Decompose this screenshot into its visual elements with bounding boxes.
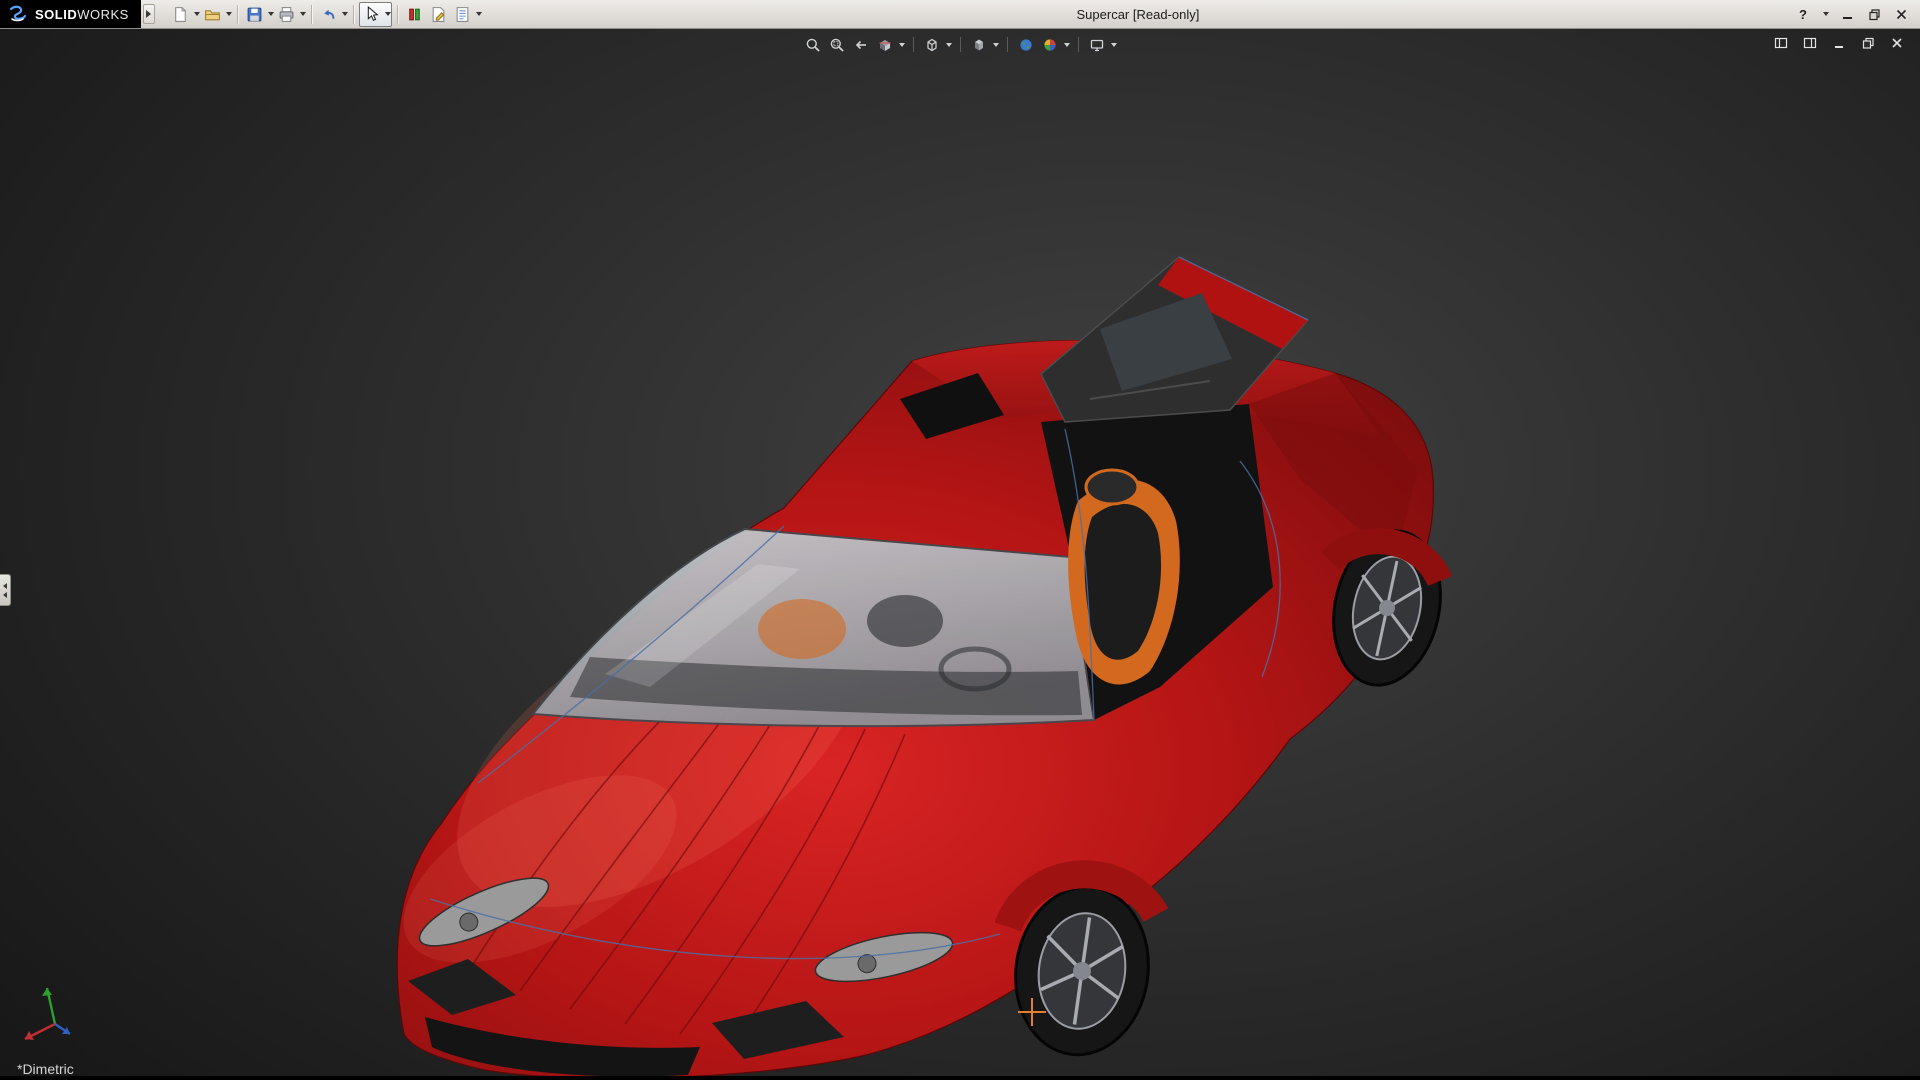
main-toolbar: [169, 2, 482, 27]
print-button[interactable]: [275, 3, 298, 26]
new-dropdown-arrow[interactable]: [194, 12, 200, 16]
window-title: Supercar [Read-only]: [482, 7, 1794, 22]
titlebar: SOLIDWORKS: [0, 0, 1920, 29]
apply-scene-button[interactable]: [1015, 34, 1036, 55]
chevron-right-icon: [146, 10, 151, 18]
chevron-left-icon: [3, 592, 7, 598]
doc-close-button[interactable]: [1888, 35, 1906, 51]
display-style-dropdown-arrow[interactable]: [993, 43, 999, 47]
toolbar-separator: [311, 5, 312, 24]
view-orientation-label: *Dimetric: [17, 1061, 74, 1077]
car-model[interactable]: [375, 257, 1454, 1078]
bottom-edge: [0, 1076, 1920, 1080]
select-dropdown-arrow[interactable]: [385, 12, 391, 16]
section-view-icon: [877, 37, 893, 53]
zoom-to-area-button[interactable]: [826, 34, 847, 55]
document-list-icon: [454, 6, 471, 23]
section-dropdown-arrow[interactable]: [899, 43, 905, 47]
file-properties-button[interactable]: [427, 3, 450, 26]
brand-wordmark: SOLIDWORKS: [35, 7, 129, 22]
save-dropdown-arrow[interactable]: [268, 12, 274, 16]
new-document-button[interactable]: [169, 3, 192, 26]
display-style-cube-icon: [971, 37, 987, 53]
dassault-3ds-logo-icon: [8, 5, 28, 23]
zoom-to-area-icon: [829, 37, 845, 53]
help-button[interactable]: ?: [1794, 5, 1812, 23]
previous-view-icon: [853, 37, 869, 53]
hud-separator: [913, 37, 914, 52]
toolbar-separator: [397, 5, 398, 24]
apply-scene-globe-icon: [1018, 37, 1034, 53]
hud-separator: [1007, 37, 1008, 52]
feature-panel-flyout-tab[interactable]: [0, 574, 11, 606]
undo-dropdown-arrow[interactable]: [342, 12, 348, 16]
edit-appearance-button[interactable]: [1039, 34, 1060, 55]
scene-canvas[interactable]: [0, 29, 1920, 1080]
restore-button[interactable]: [1865, 5, 1883, 23]
view-orientation-dropdown-arrow[interactable]: [946, 43, 952, 47]
close-icon: [1895, 8, 1908, 21]
doc-restore-button[interactable]: [1859, 35, 1877, 51]
view-settings-dropdown-arrow[interactable]: [1111, 43, 1117, 47]
edit-appearance-ball-icon: [1042, 37, 1058, 53]
minimize-icon: [1841, 8, 1854, 21]
open-document-button[interactable]: [201, 3, 224, 26]
view-settings-button[interactable]: [1086, 34, 1107, 55]
pane-left-icon: [1774, 36, 1788, 50]
help-dropdown-arrow[interactable]: [1823, 12, 1829, 16]
print-dropdown-arrow[interactable]: [300, 12, 306, 16]
save-floppy-icon: [246, 6, 263, 23]
select-button[interactable]: [360, 3, 383, 26]
doc-minimize-button[interactable]: [1830, 35, 1848, 51]
printer-icon: [278, 6, 295, 23]
close-button[interactable]: [1892, 5, 1910, 23]
pane-left-button[interactable]: [1772, 35, 1790, 51]
new-document-icon: [172, 6, 189, 23]
previous-view-button[interactable]: [850, 34, 871, 55]
open-folder-icon: [204, 6, 221, 23]
xpress-tools-button[interactable]: [403, 3, 426, 26]
menu-expand-tab[interactable]: [143, 4, 155, 24]
document-window-controls: [1772, 35, 1906, 51]
hud-separator: [1078, 37, 1079, 52]
undo-button[interactable]: [317, 3, 340, 26]
color-bars-icon: [406, 6, 423, 23]
heads-up-view-toolbar: [802, 34, 1118, 55]
view-orientation-cube-icon: [924, 37, 940, 53]
hud-separator: [960, 37, 961, 52]
display-style-button[interactable]: [968, 34, 989, 55]
brand-bold: SOLID: [35, 7, 77, 22]
undo-arrow-icon: [320, 6, 337, 23]
doc-restore-icon: [1861, 36, 1875, 50]
document-pencil-icon: [430, 6, 447, 23]
solidworks-brand: SOLIDWORKS: [0, 0, 141, 28]
pane-right-button[interactable]: [1801, 35, 1819, 51]
select-cursor-icon: [363, 6, 380, 23]
save-button[interactable]: [243, 3, 266, 26]
section-view-button[interactable]: [874, 34, 895, 55]
doc-minimize-icon: [1832, 36, 1846, 50]
toolbar-separator: [353, 5, 354, 24]
help-glyph: ?: [1799, 7, 1807, 22]
view-orientation-button[interactable]: [921, 34, 942, 55]
select-tool-group[interactable]: [359, 2, 392, 27]
toolbar-separator: [237, 5, 238, 24]
doc-close-icon: [1890, 36, 1904, 50]
zoom-to-fit-icon: [805, 37, 821, 53]
options-button[interactable]: [451, 3, 474, 26]
restore-icon: [1868, 8, 1881, 21]
view-settings-icon: [1089, 37, 1105, 53]
pane-right-icon: [1803, 36, 1817, 50]
chevron-left-icon: [3, 583, 7, 589]
minimize-button[interactable]: [1838, 5, 1856, 23]
open-dropdown-arrow[interactable]: [226, 12, 232, 16]
graphics-viewport[interactable]: *Dimetric: [0, 29, 1920, 1080]
orientation-triad-icon: [25, 988, 70, 1040]
window-controls: ?: [1794, 5, 1920, 23]
appearance-dropdown-arrow[interactable]: [1064, 43, 1070, 47]
zoom-to-fit-button[interactable]: [802, 34, 823, 55]
brand-light: WORKS: [77, 7, 129, 22]
